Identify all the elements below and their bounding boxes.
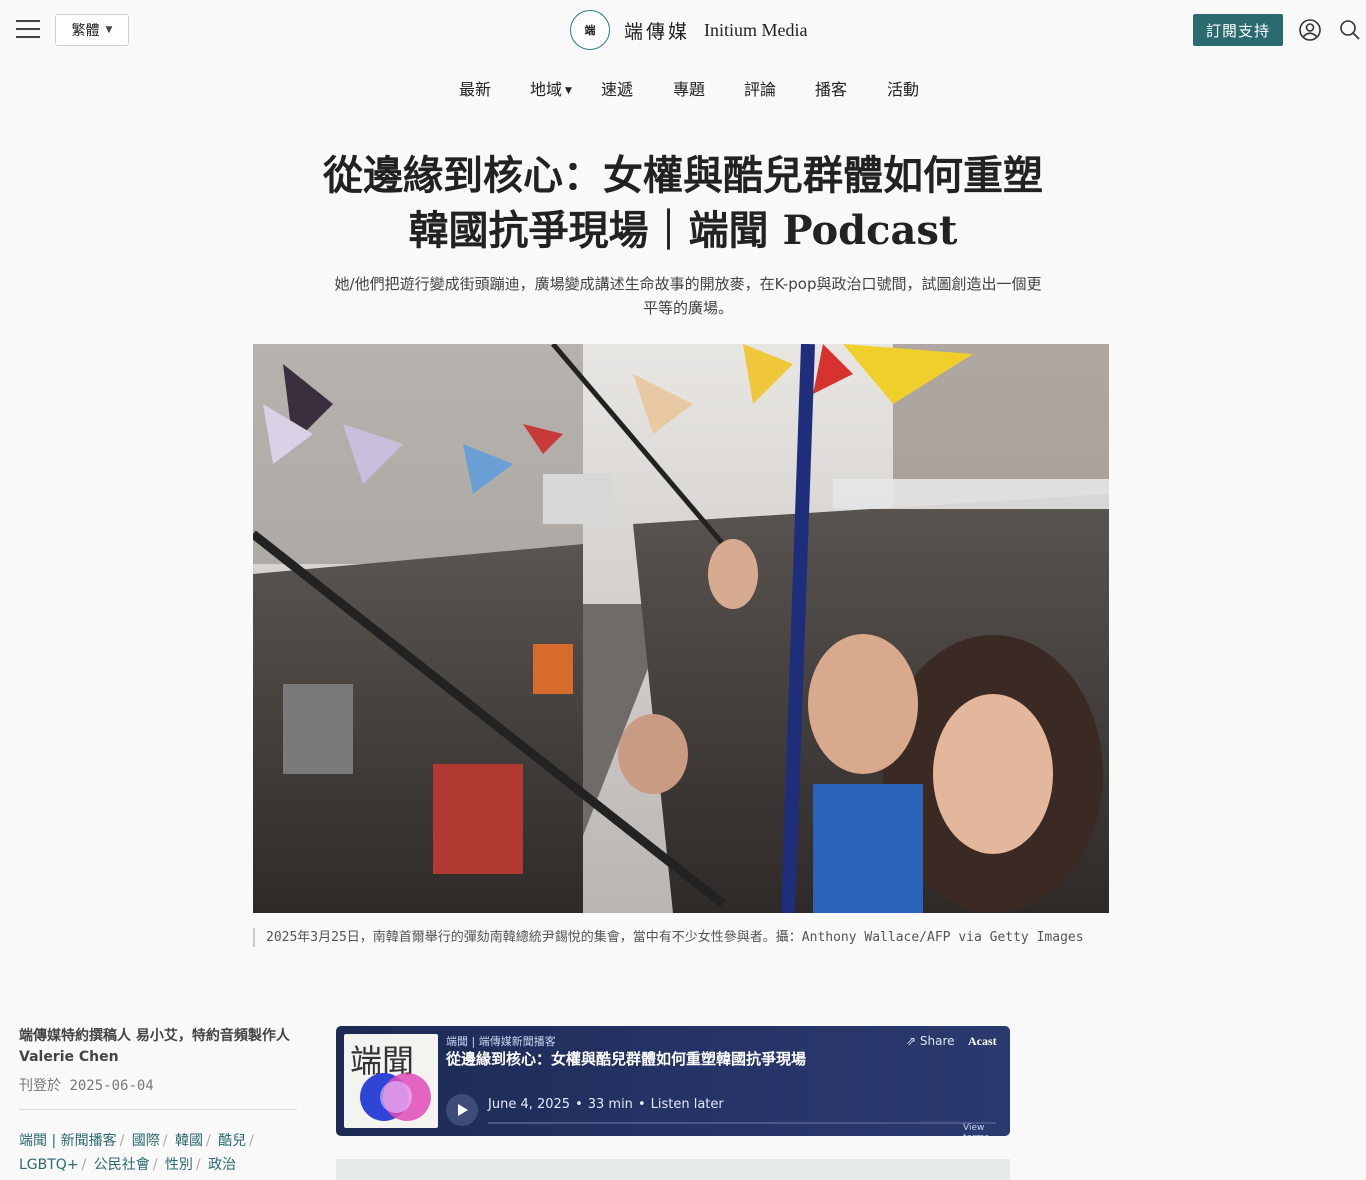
- share-icon: ⇗: [906, 1034, 917, 1048]
- acast-logo[interactable]: Acast: [968, 1034, 997, 1049]
- title-line-1: 從邊緣到核心：女權與酷兒群體如何重塑: [323, 152, 1043, 199]
- nav-item-features[interactable]: 專題: [673, 76, 705, 100]
- tag-link[interactable]: 性別: [165, 1157, 193, 1173]
- title-line-2: 韓國抗爭現場｜端聞 Podcast: [408, 207, 958, 254]
- episode-date: June 4, 2025: [488, 1097, 571, 1112]
- content-block: [336, 1159, 1010, 1180]
- tag-link[interactable]: 端聞 | 新聞播客: [19, 1133, 117, 1149]
- nav-item-opinion[interactable]: 評論: [744, 76, 776, 100]
- nav-item-podcast[interactable]: 播客: [815, 76, 847, 100]
- chevron-down-icon: ▼: [105, 25, 113, 35]
- author-line: 端傳媒特約撰稿人 易小艾，特約音頻製作人 Valerie Chen: [19, 1028, 290, 1065]
- progress-bar[interactable]: [488, 1122, 996, 1124]
- play-icon: [458, 1104, 468, 1116]
- user-icon[interactable]: [1299, 19, 1321, 41]
- subscribe-button[interactable]: 訂閱支持: [1193, 14, 1283, 46]
- tag-link[interactable]: 政治: [208, 1157, 236, 1173]
- nav-item-region[interactable]: 地域 ▼: [530, 76, 572, 100]
- tag-link[interactable]: 酷兒: [218, 1133, 246, 1149]
- tag-link[interactable]: 公民社會: [94, 1157, 150, 1173]
- nav-item-events[interactable]: 活動: [887, 76, 919, 100]
- podcast-show-name[interactable]: 端聞 | 端傳媒新聞播客: [446, 1033, 556, 1049]
- article-subtitle: 她/他們把遊行變成街頭蹦迪，廣場變成講述生命故事的開放麥，在K-pop與政治口號…: [334, 275, 1042, 317]
- site-logo[interactable]: 端 端傳媒 Initium Media: [570, 10, 808, 50]
- publish-date-value: 2025-06-04: [69, 1078, 154, 1094]
- play-button[interactable]: [446, 1094, 478, 1126]
- main-nav: 最新 地域 ▼ 速遞 專題 評論 播客 活動: [0, 76, 1366, 100]
- language-selector[interactable]: 繁體 ▼: [55, 14, 129, 46]
- sidebar-divider: [19, 1109, 297, 1110]
- image-caption: 2025年3月25日，南韓首爾舉行的彈劾南韓總統尹錫悅的集會，當中有不少女性參與…: [253, 928, 1113, 947]
- nav-item-latest[interactable]: 最新: [459, 76, 491, 100]
- listen-later-button[interactable]: Listen later: [651, 1097, 724, 1112]
- logo-text-cn: 端傳媒: [624, 20, 691, 43]
- publish-date-label: 刊登於: [19, 1078, 61, 1094]
- tag-list: 端聞 | 新聞播客 / 國際 / 韓國 / 酷兒 / LGBTQ+ / 公民社會 / 性別 /…: [19, 1133, 254, 1173]
- tag-link[interactable]: LGBTQ+: [19, 1157, 79, 1173]
- logo-text-en: Initium Media: [704, 19, 808, 40]
- article-title: 從邊緣到核心：女權與酷兒群體如何重塑 韓國抗爭現場｜端聞 Podcast: [230, 148, 1136, 258]
- tag-link[interactable]: 國際: [132, 1133, 160, 1149]
- menu-icon[interactable]: [16, 20, 40, 40]
- podcast-player: 端聞 端聞 | 端傳媒新聞播客 從邊緣到核心：女權與酷兒群體如何重塑韓國抗爭現場…: [336, 1026, 1010, 1136]
- episode-meta: June 4, 2025 • 33 min • Listen later: [488, 1097, 724, 1112]
- podcast-artwork: 端聞: [344, 1034, 438, 1128]
- search-icon[interactable]: [1339, 19, 1361, 41]
- share-button[interactable]: ⇗ Share: [906, 1034, 955, 1048]
- publish-date: 刊登於 2025-06-04: [19, 1075, 154, 1095]
- nav-item-express[interactable]: 速遞: [601, 76, 633, 100]
- tag-link[interactable]: 韓國: [175, 1133, 203, 1149]
- language-label: 繁體: [71, 23, 100, 39]
- chevron-down-icon: ▼: [565, 85, 572, 96]
- episode-title: 從邊緣到核心：女權與酷兒群體如何重塑韓國抗爭現場: [446, 1050, 807, 1068]
- logo-mark-icon: 端: [570, 10, 610, 50]
- hero-photo: [253, 344, 1109, 913]
- view-terms-link[interactable]: View terms: [963, 1123, 1010, 1136]
- episode-duration: 33 min: [587, 1097, 633, 1112]
